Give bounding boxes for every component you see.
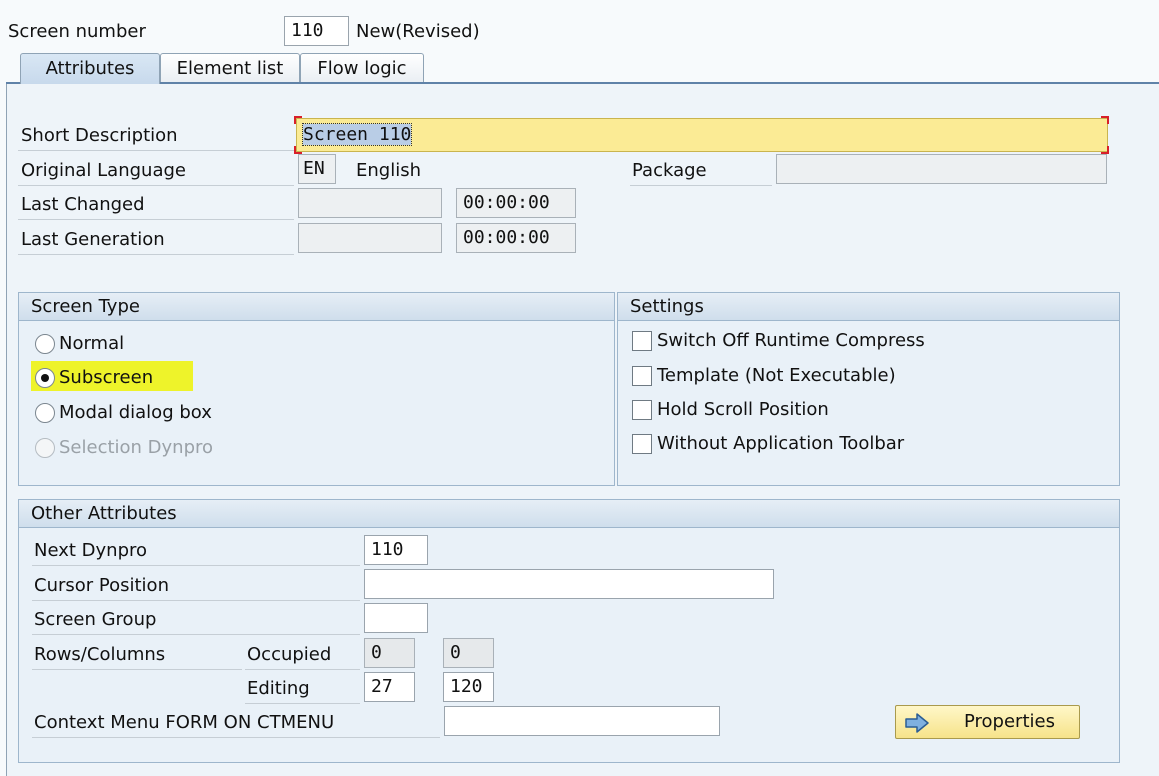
- tab-underline: [6, 82, 1159, 84]
- check-without-toolbar[interactable]: Without Application Toolbar: [632, 431, 1052, 457]
- checkbox-hold-scroll[interactable]: [632, 400, 652, 420]
- short-description-field[interactable]: Screen 110: [296, 118, 1108, 152]
- editing-label: Editing: [247, 678, 310, 699]
- settings-title: Settings: [618, 293, 1119, 321]
- occupied-label: Occupied: [247, 644, 332, 665]
- radio-selection-dynpro: Selection Dynpro: [35, 435, 275, 461]
- last-changed-time-field[interactable]: 00:00:00: [456, 188, 576, 218]
- package-label: Package: [632, 160, 707, 181]
- language-code-field[interactable]: EN: [298, 154, 336, 184]
- tab-element-list[interactable]: Element list: [160, 53, 300, 83]
- last-generation-label: Last Generation: [21, 229, 165, 250]
- tab-flow-logic-label: Flow logic: [317, 58, 407, 79]
- occupied-rows-field: 0: [364, 638, 415, 668]
- checkbox-switch-off-runtime[interactable]: [632, 331, 652, 351]
- editing-underline: [245, 703, 360, 704]
- required-corner-tr: [1101, 116, 1109, 124]
- editing-rows-field[interactable]: 27: [364, 672, 415, 702]
- screen-group-field[interactable]: [364, 603, 428, 633]
- next-dynpro-label: Next Dynpro: [34, 540, 148, 561]
- last-generation-underline: [18, 254, 294, 255]
- arrow-right-icon: [904, 712, 930, 744]
- radio-subscreen[interactable]: Subscreen: [35, 365, 235, 391]
- check-switch-off-runtime[interactable]: Switch Off Runtime Compress: [632, 328, 1052, 354]
- radio-normal-label: Normal: [59, 333, 125, 354]
- last-generation-date-field[interactable]: [298, 223, 442, 253]
- other-attributes-title: Other Attributes: [19, 500, 1119, 528]
- cursor-position-underline: [32, 600, 360, 601]
- check-switch-off-runtime-label: Switch Off Runtime Compress: [657, 330, 925, 351]
- short-description-value: Screen 110: [301, 123, 413, 146]
- check-template[interactable]: Template (Not Executable): [632, 363, 1052, 389]
- screen-group-underline: [32, 634, 360, 635]
- context-menu-underline: [32, 737, 440, 738]
- tab-attributes-label: Attributes: [45, 58, 135, 79]
- occupied-underline: [245, 669, 360, 670]
- screen-number-field[interactable]: 110: [284, 16, 349, 46]
- required-corner-br: [1101, 146, 1109, 154]
- occupied-cols-field: 0: [443, 638, 494, 668]
- required-corner-bl: [294, 146, 302, 154]
- next-dynpro-field[interactable]: 110: [364, 535, 428, 565]
- next-dynpro-underline: [32, 565, 360, 566]
- check-template-label: Template (Not Executable): [657, 365, 896, 386]
- screen-status: New(Revised): [356, 21, 480, 42]
- package-underline: [630, 185, 772, 186]
- properties-button[interactable]: Properties: [895, 705, 1080, 739]
- last-generation-time-field[interactable]: 00:00:00: [456, 223, 576, 253]
- radio-modal-dialog[interactable]: Modal dialog box: [35, 400, 275, 426]
- short-description-label: Short Description: [21, 125, 178, 146]
- screen-type-group: Screen Type Normal Subscreen Modal dialo…: [18, 292, 615, 486]
- language-name: English: [356, 160, 421, 181]
- cursor-position-label: Cursor Position: [34, 575, 169, 596]
- last-changed-label: Last Changed: [21, 194, 145, 215]
- radio-normal-button[interactable]: [35, 334, 55, 354]
- settings-group: Settings Switch Off Runtime Compress Tem…: [617, 292, 1120, 486]
- radio-normal[interactable]: Normal: [35, 331, 235, 357]
- checkbox-without-toolbar[interactable]: [632, 434, 652, 454]
- required-corner-tl: [294, 116, 302, 124]
- checkbox-template[interactable]: [632, 366, 652, 386]
- rows-columns-label: Rows/Columns: [34, 644, 166, 665]
- tab-attributes[interactable]: Attributes: [20, 53, 160, 84]
- radio-subscreen-label: Subscreen: [59, 367, 154, 388]
- rows-columns-underline: [32, 669, 242, 670]
- tab-flow-logic[interactable]: Flow logic: [300, 53, 424, 83]
- radio-modal-dialog-label: Modal dialog box: [59, 402, 212, 423]
- radio-subscreen-button[interactable]: [35, 368, 55, 388]
- check-hold-scroll[interactable]: Hold Scroll Position: [632, 397, 1052, 423]
- editing-cols-field[interactable]: 120: [443, 672, 494, 702]
- last-changed-date-field[interactable]: [298, 188, 442, 218]
- tab-element-list-label: Element list: [176, 58, 284, 79]
- context-menu-field[interactable]: [444, 706, 720, 736]
- properties-button-label: Properties: [964, 711, 1055, 732]
- radio-selection-dynpro-button: [35, 438, 55, 458]
- screen-type-title: Screen Type: [19, 293, 614, 321]
- radio-modal-dialog-button[interactable]: [35, 403, 55, 423]
- context-menu-label: Context Menu FORM ON CTMENU: [34, 712, 335, 733]
- screen-number-label: Screen number: [8, 21, 146, 42]
- package-field[interactable]: [776, 154, 1107, 184]
- last-changed-underline: [18, 219, 294, 220]
- screen-group-label: Screen Group: [34, 609, 157, 630]
- check-without-toolbar-label: Without Application Toolbar: [657, 433, 905, 454]
- original-language-underline: [18, 185, 294, 186]
- short-description-underline: [18, 150, 294, 151]
- original-language-label: Original Language: [21, 160, 186, 181]
- check-hold-scroll-label: Hold Scroll Position: [657, 399, 829, 420]
- radio-selection-dynpro-label: Selection Dynpro: [59, 437, 214, 458]
- cursor-position-field[interactable]: [364, 569, 774, 599]
